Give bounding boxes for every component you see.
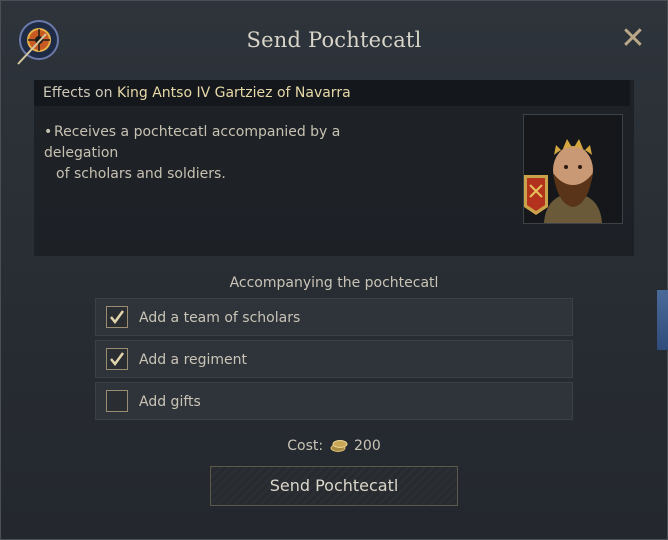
effects-prefix: Effects on (43, 85, 113, 101)
dialog-window: Send Pochtecatl ✕ Effects on King Antso … (0, 0, 668, 540)
option-gifts[interactable]: Add gifts (95, 382, 573, 420)
option-regiment[interactable]: Add a regiment (95, 340, 573, 378)
checkbox-regiment[interactable] (106, 348, 128, 370)
effect-line-1: Receives a pochtecatl accompanied by a d… (44, 124, 341, 161)
checkbox-gifts[interactable] (106, 390, 128, 412)
background-banner (657, 290, 668, 350)
effect-line-2: of scholars and soldiers. (56, 166, 226, 182)
effects-header: Effects on King Antso IV Gartziez of Nav… (34, 80, 630, 106)
effects-target-link[interactable]: King Antso IV Gartziez of Navarra (117, 85, 351, 101)
bullet: • (44, 124, 53, 140)
effects-panel: Effects on King Antso IV Gartziez of Nav… (34, 80, 634, 256)
checkmark-icon (110, 310, 125, 325)
accompany-label: Accompanying the pochtecatl (229, 275, 439, 291)
dialog-title: Send Pochtecatl (246, 28, 422, 52)
send-button[interactable]: Send Pochtecatl (210, 466, 458, 506)
cost-label: Cost: (287, 438, 324, 454)
cost-row: Cost: 200 (0, 438, 668, 457)
option-label: Add gifts (139, 394, 201, 410)
option-label: Add a team of scholars (139, 310, 301, 326)
close-icon[interactable]: ✕ (620, 24, 646, 54)
effect-description: • Receives a pochtecatl accompanied by a … (44, 122, 414, 185)
option-label: Add a regiment (139, 352, 248, 368)
character-portrait[interactable] (523, 114, 623, 224)
checkbox-scholars[interactable] (106, 306, 128, 328)
option-scholars[interactable]: Add a team of scholars (95, 298, 573, 336)
titlebar: Send Pochtecatl ✕ (0, 0, 668, 76)
gold-coins-icon (330, 439, 348, 457)
checkmark-icon (110, 352, 125, 367)
cost-value: 200 (354, 438, 381, 454)
options-list: Add a team of scholars Add a regiment Ad… (95, 298, 573, 424)
